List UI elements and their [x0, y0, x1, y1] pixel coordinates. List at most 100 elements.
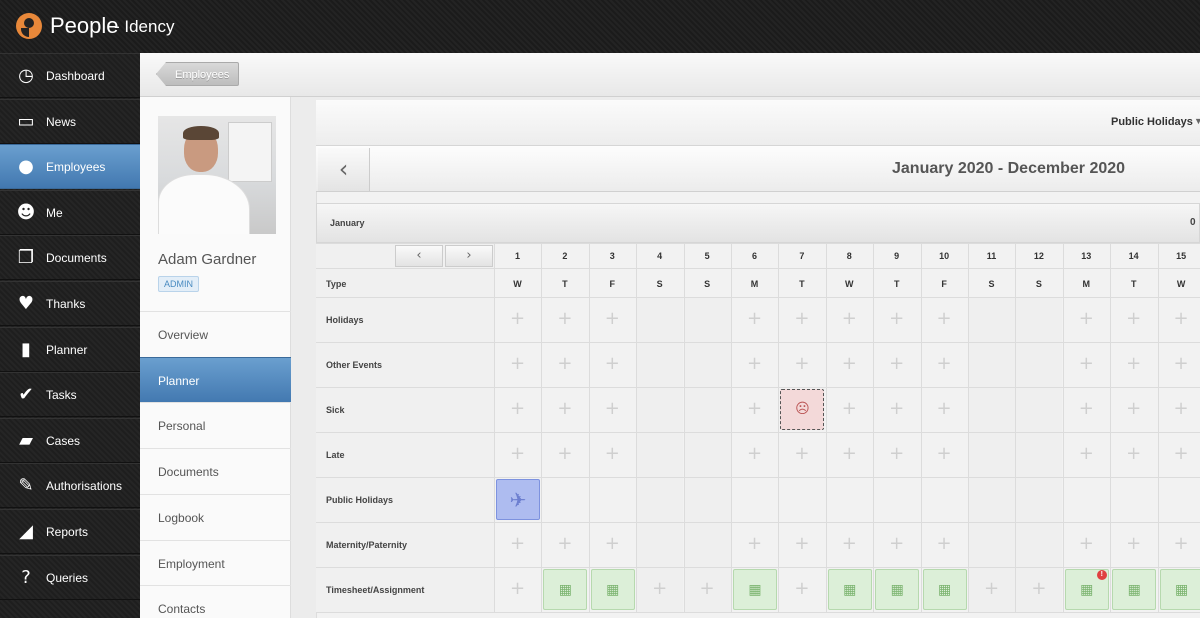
add-entry-button[interactable]: +	[494, 445, 541, 463]
add-entry-button[interactable]: +	[873, 400, 920, 418]
timesheet-entry[interactable]: ▦	[543, 569, 588, 610]
add-entry-button[interactable]: +	[826, 310, 873, 328]
add-entry-button[interactable]: +	[636, 580, 683, 598]
sidebar-item-thanks[interactable]: ♥ Thanks	[0, 281, 140, 326]
add-entry-button[interactable]: +	[921, 310, 968, 328]
add-entry-button[interactable]: +	[826, 445, 873, 463]
public-holiday-entry[interactable]: ✈	[496, 479, 540, 520]
subnav-item-documents[interactable]: Documents	[140, 448, 291, 494]
add-entry-button[interactable]: +	[826, 535, 873, 553]
sidebar-item-dashboard[interactable]: ◷ Dashboard	[0, 53, 140, 98]
sad-face-icon: ☹	[795, 401, 810, 417]
sidebar-item-employees[interactable]: ● Employees	[0, 144, 140, 190]
add-entry-button[interactable]: +	[778, 445, 825, 463]
add-entry-button[interactable]: +	[1158, 445, 1200, 463]
add-entry-button[interactable]: +	[1063, 355, 1110, 373]
add-entry-button[interactable]: +	[1110, 355, 1157, 373]
sidebar-item-reports[interactable]: ◢ Reports	[0, 509, 140, 554]
timesheet-entry[interactable]: ▦	[590, 569, 635, 610]
timesheet-entry[interactable]: ▦	[922, 569, 967, 610]
add-entry-button[interactable]: +	[1110, 535, 1157, 553]
add-entry-button[interactable]: +	[778, 310, 825, 328]
add-entry-button[interactable]: +	[873, 310, 920, 328]
add-entry-button[interactable]: +	[921, 355, 968, 373]
day-next-button[interactable]: ›	[445, 245, 493, 267]
add-entry-button[interactable]: +	[873, 535, 920, 553]
add-entry-button[interactable]: +	[684, 580, 731, 598]
subnav-item-overview[interactable]: Overview	[140, 311, 291, 357]
sidebar-item-news[interactable]: ▭ News	[0, 98, 140, 144]
add-entry-button[interactable]: +	[1015, 580, 1062, 598]
subnav-item-personal[interactable]: Personal	[140, 402, 291, 448]
day-prev-button[interactable]: ‹	[395, 245, 443, 267]
add-entry-button[interactable]: +	[1158, 310, 1200, 328]
add-entry-button[interactable]: +	[1110, 445, 1157, 463]
add-entry-button[interactable]: +	[589, 535, 636, 553]
subnav-item-logbook[interactable]: Logbook	[140, 493, 291, 540]
add-entry-button[interactable]: +	[921, 400, 968, 418]
add-entry-button[interactable]: +	[778, 535, 825, 553]
add-entry-button[interactable]: +	[589, 445, 636, 463]
add-entry-button[interactable]: +	[1158, 535, 1200, 553]
sidebar-item-planner[interactable]: ▮ Planner	[0, 326, 140, 372]
sick-entry[interactable]: ☹	[780, 389, 825, 430]
sidebar-item-cases[interactable]: ▰ Cases	[0, 417, 140, 463]
subnav-item-employment[interactable]: Employment	[140, 539, 291, 586]
avatar	[158, 116, 276, 234]
add-entry-button[interactable]: +	[1158, 355, 1200, 373]
add-entry-button[interactable]: +	[494, 580, 541, 598]
day-number: 9	[894, 251, 900, 261]
timesheet-entry[interactable]: ▦	[827, 569, 872, 610]
holiday-filter-select[interactable]: Public Holidays	[1111, 116, 1193, 128]
add-entry-button[interactable]: +	[731, 535, 778, 553]
day-number: 6	[751, 251, 757, 261]
timesheet-entry[interactable]: ▦	[733, 569, 777, 610]
add-entry-button[interactable]: +	[731, 310, 778, 328]
add-entry-button[interactable]: +	[921, 535, 968, 553]
timesheet-entry[interactable]: ▦	[875, 569, 920, 610]
timesheet-entry[interactable]: ▦	[1112, 569, 1157, 610]
add-entry-button[interactable]: +	[541, 400, 588, 418]
add-entry-button[interactable]: +	[731, 355, 778, 373]
add-entry-button[interactable]: +	[921, 445, 968, 463]
grid-column-divider	[494, 243, 495, 613]
add-entry-button[interactable]: +	[589, 400, 636, 418]
add-entry-button[interactable]: +	[1063, 310, 1110, 328]
add-entry-button[interactable]: +	[494, 355, 541, 373]
add-entry-button[interactable]: +	[1110, 310, 1157, 328]
add-entry-button[interactable]: +	[826, 400, 873, 418]
add-entry-button[interactable]: +	[968, 580, 1015, 598]
add-entry-button[interactable]: +	[778, 355, 825, 373]
subnav-item-contacts[interactable]: Contacts	[140, 585, 291, 618]
add-entry-button[interactable]: +	[731, 400, 778, 418]
add-entry-button[interactable]: +	[494, 535, 541, 553]
add-entry-button[interactable]: +	[1110, 400, 1157, 418]
add-entry-button[interactable]: +	[873, 355, 920, 373]
add-entry-button[interactable]: +	[541, 535, 588, 553]
sidebar-item-me[interactable]: ☻ Me	[0, 189, 140, 235]
timesheet-entry[interactable]: ▦	[1159, 569, 1200, 610]
add-entry-button[interactable]: +	[1063, 400, 1110, 418]
subnav-item-planner[interactable]: Planner	[140, 356, 291, 403]
add-entry-button[interactable]: +	[589, 310, 636, 328]
add-entry-button[interactable]: +	[1158, 400, 1200, 418]
add-entry-button[interactable]: +	[589, 355, 636, 373]
add-entry-button[interactable]: +	[731, 445, 778, 463]
breadcrumb-employees[interactable]: Employees	[156, 62, 240, 86]
add-entry-button[interactable]: +	[494, 310, 541, 328]
add-entry-button[interactable]: +	[541, 355, 588, 373]
add-entry-button[interactable]: +	[826, 355, 873, 373]
sidebar-item-documents[interactable]: ❐ Documents	[0, 235, 140, 281]
add-entry-button[interactable]: +	[873, 445, 920, 463]
add-entry-button[interactable]: +	[494, 400, 541, 418]
add-entry-button[interactable]: +	[541, 445, 588, 463]
add-entry-button[interactable]: +	[1063, 445, 1110, 463]
previous-year-button[interactable]: ‹	[318, 148, 370, 191]
chevron-down-icon[interactable]: ▼	[1194, 116, 1200, 126]
add-entry-button[interactable]: +	[541, 310, 588, 328]
sidebar-item-queries[interactable]: ? Queries	[0, 554, 140, 600]
sidebar-item-authorisations[interactable]: ✎ Authorisations	[0, 463, 140, 509]
add-entry-button[interactable]: +	[778, 580, 825, 598]
add-entry-button[interactable]: +	[1063, 535, 1110, 553]
sidebar-item-tasks[interactable]: ✔ Tasks	[0, 372, 140, 418]
